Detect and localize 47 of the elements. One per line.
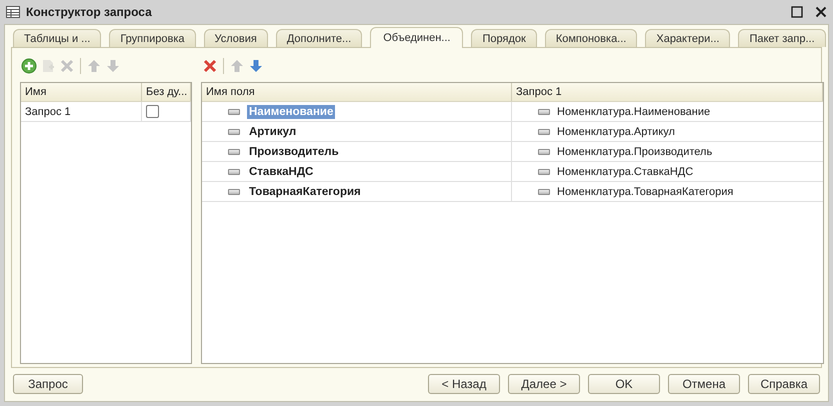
field-name[interactable]: СтавкаНДС [247, 164, 316, 178]
field-icon [538, 188, 550, 194]
query-button[interactable]: Запрос [13, 374, 83, 394]
source-field: Номенклатура.Артикул [557, 126, 675, 138]
maximize-icon[interactable] [791, 6, 803, 18]
tab[interactable]: Дополните... [276, 29, 362, 47]
field-name[interactable]: Производитель [247, 144, 341, 158]
field-icon [228, 108, 240, 114]
checkbox[interactable] [146, 105, 159, 118]
field-icon [538, 148, 550, 154]
table-icon [6, 6, 20, 18]
add-icon[interactable] [21, 58, 37, 74]
table-cell[interactable]: Запрос 1 [21, 102, 142, 121]
source-field: Номенклатура.Наименование [557, 106, 710, 118]
ok-button[interactable]: OK [588, 374, 660, 394]
tab[interactable]: Характери... [645, 29, 730, 47]
delete-icon[interactable] [202, 58, 218, 74]
down-arrow-icon[interactable] [248, 58, 264, 74]
field-icon [538, 128, 550, 134]
tab[interactable]: Группировка [109, 29, 196, 47]
field-icon [228, 148, 240, 154]
source-field: Номенклатура.ТоварнаяКатегория [557, 186, 734, 198]
tab[interactable]: Условия [204, 29, 268, 47]
column-header: Имя [21, 83, 142, 101]
field-name[interactable]: ТоварнаяКатегория [247, 184, 363, 198]
field-icon [228, 188, 240, 194]
tab[interactable]: Компоновка... [544, 29, 638, 47]
close-icon[interactable] [815, 6, 827, 18]
column-header: Имя поля [202, 83, 512, 101]
field-icon [538, 168, 550, 174]
tab[interactable]: Таблицы и ... [13, 29, 102, 47]
tab[interactable]: Объединен... [370, 27, 464, 48]
source-field: Номенклатура.Производитель [557, 146, 712, 158]
tab[interactable]: Пакет запр... [738, 29, 826, 47]
window-title: Конструктор запроса [26, 5, 153, 19]
next-button[interactable]: Далее > [508, 374, 580, 394]
cancel-button[interactable]: Отмена [668, 374, 740, 394]
source-field: Номенклатура.СтавкаНДС [557, 166, 694, 178]
column-header: Запрос 1 [512, 83, 823, 101]
back-button[interactable]: < Назад [428, 374, 500, 394]
field-icon [228, 128, 240, 134]
field-name[interactable]: Артикул [247, 124, 298, 138]
field-icon [538, 108, 550, 114]
help-button[interactable]: Справка [748, 374, 820, 394]
tab[interactable]: Порядок [471, 29, 537, 47]
column-header: Без ду... [142, 83, 191, 101]
field-icon [228, 168, 240, 174]
